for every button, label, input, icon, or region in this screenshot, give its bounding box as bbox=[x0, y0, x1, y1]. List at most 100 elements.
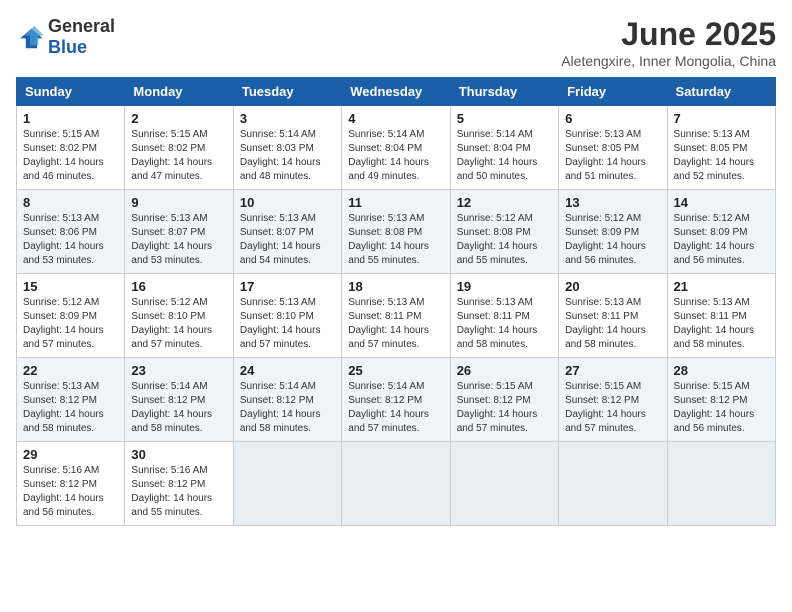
day-number: 12 bbox=[457, 195, 552, 210]
day-info: Sunrise: 5:13 AM Sunset: 8:06 PM Dayligh… bbox=[23, 212, 118, 268]
day-info: Sunrise: 5:12 AM Sunset: 8:09 PM Dayligh… bbox=[674, 212, 769, 268]
page-header: General Blue June 2025 Aletengxire, Inne… bbox=[16, 16, 776, 69]
day-number: 10 bbox=[240, 195, 335, 210]
calendar-cell: 12 Sunrise: 5:12 AM Sunset: 8:08 PM Dayl… bbox=[450, 190, 558, 274]
day-number: 24 bbox=[240, 363, 335, 378]
day-info: Sunrise: 5:16 AM Sunset: 8:12 PM Dayligh… bbox=[131, 464, 226, 520]
calendar-cell: 14 Sunrise: 5:12 AM Sunset: 8:09 PM Dayl… bbox=[667, 190, 775, 274]
day-number: 5 bbox=[457, 111, 552, 126]
day-info: Sunrise: 5:15 AM Sunset: 8:02 PM Dayligh… bbox=[131, 128, 226, 184]
day-info: Sunrise: 5:13 AM Sunset: 8:12 PM Dayligh… bbox=[23, 380, 118, 436]
day-info: Sunrise: 5:13 AM Sunset: 8:11 PM Dayligh… bbox=[457, 296, 552, 352]
calendar-cell: 24 Sunrise: 5:14 AM Sunset: 8:12 PM Dayl… bbox=[233, 358, 341, 442]
day-number: 15 bbox=[23, 279, 118, 294]
calendar-cell: 16 Sunrise: 5:12 AM Sunset: 8:10 PM Dayl… bbox=[125, 274, 233, 358]
day-info: Sunrise: 5:13 AM Sunset: 8:08 PM Dayligh… bbox=[348, 212, 443, 268]
day-number: 6 bbox=[565, 111, 660, 126]
day-number: 8 bbox=[23, 195, 118, 210]
calendar-cell: 18 Sunrise: 5:13 AM Sunset: 8:11 PM Dayl… bbox=[342, 274, 450, 358]
col-wednesday: Wednesday bbox=[342, 78, 450, 106]
day-number: 7 bbox=[674, 111, 769, 126]
calendar-cell bbox=[450, 442, 558, 526]
day-info: Sunrise: 5:16 AM Sunset: 8:12 PM Dayligh… bbox=[23, 464, 118, 520]
day-info: Sunrise: 5:14 AM Sunset: 8:04 PM Dayligh… bbox=[457, 128, 552, 184]
calendar-cell bbox=[233, 442, 341, 526]
calendar-cell: 2 Sunrise: 5:15 AM Sunset: 8:02 PM Dayli… bbox=[125, 106, 233, 190]
day-number: 18 bbox=[348, 279, 443, 294]
logo: General Blue bbox=[16, 16, 115, 58]
day-number: 4 bbox=[348, 111, 443, 126]
calendar-cell: 8 Sunrise: 5:13 AM Sunset: 8:06 PM Dayli… bbox=[17, 190, 125, 274]
day-number: 21 bbox=[674, 279, 769, 294]
day-info: Sunrise: 5:12 AM Sunset: 8:10 PM Dayligh… bbox=[131, 296, 226, 352]
calendar-cell: 17 Sunrise: 5:13 AM Sunset: 8:10 PM Dayl… bbox=[233, 274, 341, 358]
day-info: Sunrise: 5:13 AM Sunset: 8:07 PM Dayligh… bbox=[240, 212, 335, 268]
day-number: 13 bbox=[565, 195, 660, 210]
day-info: Sunrise: 5:14 AM Sunset: 8:12 PM Dayligh… bbox=[131, 380, 226, 436]
day-number: 27 bbox=[565, 363, 660, 378]
day-info: Sunrise: 5:14 AM Sunset: 8:04 PM Dayligh… bbox=[348, 128, 443, 184]
logo-blue-text: Blue bbox=[48, 37, 87, 57]
day-number: 2 bbox=[131, 111, 226, 126]
calendar-body: 1 Sunrise: 5:15 AM Sunset: 8:02 PM Dayli… bbox=[17, 106, 776, 526]
day-number: 26 bbox=[457, 363, 552, 378]
calendar-cell: 19 Sunrise: 5:13 AM Sunset: 8:11 PM Dayl… bbox=[450, 274, 558, 358]
day-number: 9 bbox=[131, 195, 226, 210]
day-number: 23 bbox=[131, 363, 226, 378]
calendar-header-row: Sunday Monday Tuesday Wednesday Thursday… bbox=[17, 78, 776, 106]
calendar-table: Sunday Monday Tuesday Wednesday Thursday… bbox=[16, 77, 776, 526]
day-number: 25 bbox=[348, 363, 443, 378]
calendar-cell: 26 Sunrise: 5:15 AM Sunset: 8:12 PM Dayl… bbox=[450, 358, 558, 442]
day-number: 1 bbox=[23, 111, 118, 126]
day-info: Sunrise: 5:13 AM Sunset: 8:11 PM Dayligh… bbox=[565, 296, 660, 352]
calendar-cell: 23 Sunrise: 5:14 AM Sunset: 8:12 PM Dayl… bbox=[125, 358, 233, 442]
calendar-cell bbox=[667, 442, 775, 526]
col-thursday: Thursday bbox=[450, 78, 558, 106]
day-number: 3 bbox=[240, 111, 335, 126]
calendar-cell: 20 Sunrise: 5:13 AM Sunset: 8:11 PM Dayl… bbox=[559, 274, 667, 358]
day-number: 19 bbox=[457, 279, 552, 294]
day-info: Sunrise: 5:13 AM Sunset: 8:05 PM Dayligh… bbox=[674, 128, 769, 184]
calendar-cell bbox=[559, 442, 667, 526]
calendar-cell: 10 Sunrise: 5:13 AM Sunset: 8:07 PM Dayl… bbox=[233, 190, 341, 274]
day-info: Sunrise: 5:15 AM Sunset: 8:02 PM Dayligh… bbox=[23, 128, 118, 184]
day-info: Sunrise: 5:13 AM Sunset: 8:10 PM Dayligh… bbox=[240, 296, 335, 352]
day-number: 14 bbox=[674, 195, 769, 210]
day-info: Sunrise: 5:14 AM Sunset: 8:03 PM Dayligh… bbox=[240, 128, 335, 184]
logo-general-text: General bbox=[48, 16, 115, 36]
calendar-cell: 22 Sunrise: 5:13 AM Sunset: 8:12 PM Dayl… bbox=[17, 358, 125, 442]
day-info: Sunrise: 5:14 AM Sunset: 8:12 PM Dayligh… bbox=[348, 380, 443, 436]
col-tuesday: Tuesday bbox=[233, 78, 341, 106]
day-info: Sunrise: 5:12 AM Sunset: 8:08 PM Dayligh… bbox=[457, 212, 552, 268]
day-info: Sunrise: 5:13 AM Sunset: 8:05 PM Dayligh… bbox=[565, 128, 660, 184]
calendar-cell: 1 Sunrise: 5:15 AM Sunset: 8:02 PM Dayli… bbox=[17, 106, 125, 190]
title-block: June 2025 Aletengxire, Inner Mongolia, C… bbox=[561, 16, 776, 69]
calendar-cell: 25 Sunrise: 5:14 AM Sunset: 8:12 PM Dayl… bbox=[342, 358, 450, 442]
day-number: 17 bbox=[240, 279, 335, 294]
calendar-cell: 30 Sunrise: 5:16 AM Sunset: 8:12 PM Dayl… bbox=[125, 442, 233, 526]
calendar-cell: 7 Sunrise: 5:13 AM Sunset: 8:05 PM Dayli… bbox=[667, 106, 775, 190]
calendar-cell: 9 Sunrise: 5:13 AM Sunset: 8:07 PM Dayli… bbox=[125, 190, 233, 274]
calendar-cell: 13 Sunrise: 5:12 AM Sunset: 8:09 PM Dayl… bbox=[559, 190, 667, 274]
day-info: Sunrise: 5:15 AM Sunset: 8:12 PM Dayligh… bbox=[457, 380, 552, 436]
day-info: Sunrise: 5:13 AM Sunset: 8:11 PM Dayligh… bbox=[674, 296, 769, 352]
col-saturday: Saturday bbox=[667, 78, 775, 106]
day-number: 22 bbox=[23, 363, 118, 378]
calendar-cell: 28 Sunrise: 5:15 AM Sunset: 8:12 PM Dayl… bbox=[667, 358, 775, 442]
logo-icon bbox=[16, 23, 44, 51]
calendar-cell: 3 Sunrise: 5:14 AM Sunset: 8:03 PM Dayli… bbox=[233, 106, 341, 190]
calendar-cell: 15 Sunrise: 5:12 AM Sunset: 8:09 PM Dayl… bbox=[17, 274, 125, 358]
day-number: 30 bbox=[131, 447, 226, 462]
calendar-cell bbox=[342, 442, 450, 526]
calendar-cell: 4 Sunrise: 5:14 AM Sunset: 8:04 PM Dayli… bbox=[342, 106, 450, 190]
day-info: Sunrise: 5:12 AM Sunset: 8:09 PM Dayligh… bbox=[23, 296, 118, 352]
calendar-cell: 27 Sunrise: 5:15 AM Sunset: 8:12 PM Dayl… bbox=[559, 358, 667, 442]
day-number: 16 bbox=[131, 279, 226, 294]
day-info: Sunrise: 5:14 AM Sunset: 8:12 PM Dayligh… bbox=[240, 380, 335, 436]
day-number: 11 bbox=[348, 195, 443, 210]
month-title: June 2025 bbox=[561, 16, 776, 53]
calendar-cell: 6 Sunrise: 5:13 AM Sunset: 8:05 PM Dayli… bbox=[559, 106, 667, 190]
day-info: Sunrise: 5:15 AM Sunset: 8:12 PM Dayligh… bbox=[565, 380, 660, 436]
calendar-cell: 11 Sunrise: 5:13 AM Sunset: 8:08 PM Dayl… bbox=[342, 190, 450, 274]
calendar-cell: 29 Sunrise: 5:16 AM Sunset: 8:12 PM Dayl… bbox=[17, 442, 125, 526]
